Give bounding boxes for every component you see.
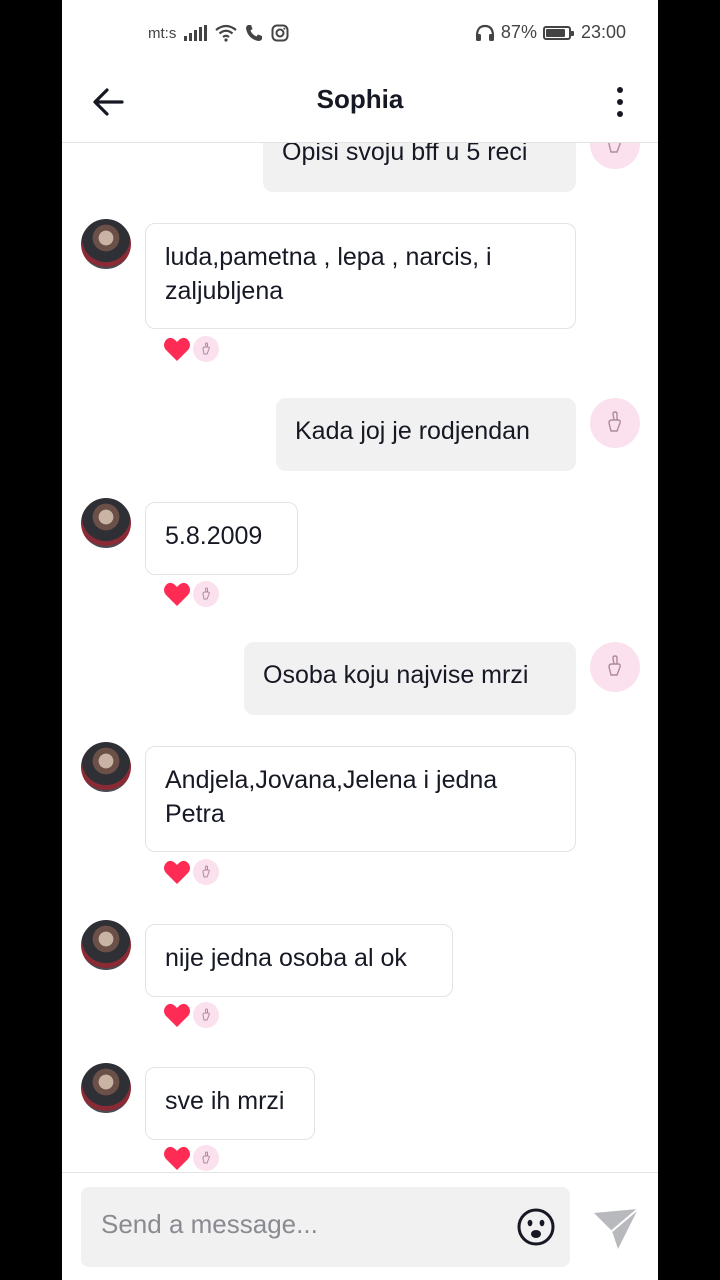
reactions[interactable] [163, 336, 219, 362]
contact-avatar[interactable] [81, 920, 131, 970]
carrier-label: mt:s [148, 24, 177, 42]
message-bubble-outgoing[interactable]: Opisi svoju bff u 5 reci [263, 143, 576, 192]
more-dots-icon[interactable] [610, 82, 630, 122]
contact-avatar[interactable] [81, 1063, 131, 1113]
message-text: 5.8.2009 [165, 522, 263, 550]
heart-icon[interactable] [163, 1145, 191, 1171]
finger-heart-icon [608, 143, 621, 153]
sticker-icon [193, 1002, 219, 1028]
chat-header: Sophia [62, 68, 658, 143]
my-avatar[interactable] [590, 143, 640, 169]
message-bubble-incoming[interactable]: 5.8.2009 [145, 502, 298, 575]
message-text: Opisi svoju bff u 5 reci [282, 143, 528, 166]
sticker-icon [193, 1145, 219, 1171]
finger-heart-icon [608, 655, 621, 676]
heart-icon[interactable] [163, 336, 191, 362]
heart-icon[interactable] [163, 859, 191, 885]
message-bubble-outgoing[interactable]: Osoba koju najvise mrzi [244, 642, 576, 715]
reactions[interactable] [163, 859, 219, 885]
heart-icon[interactable] [163, 581, 191, 607]
clock: 23:00 [580, 22, 626, 42]
finger-heart-icon [608, 411, 621, 432]
message-bubble-incoming[interactable]: Andjela,Jovana,Jelena i jedna Petra [145, 746, 576, 852]
sticker-icon [193, 336, 219, 362]
reactions[interactable] [163, 1002, 219, 1028]
message-bubble-incoming[interactable]: nije jedna osoba al ok [145, 924, 453, 997]
reactions[interactable] [163, 581, 219, 607]
my-avatar[interactable] [590, 398, 640, 448]
contact-avatar[interactable] [81, 742, 131, 792]
heart-icon[interactable] [163, 1002, 191, 1028]
contact-avatar[interactable] [81, 498, 131, 548]
emoji-icon[interactable] [516, 1207, 556, 1247]
message-text: Andjela,Jovana,Jelena i jedna Petra [165, 766, 498, 828]
contact-avatar[interactable] [81, 219, 131, 269]
message-composer: Send a message... [62, 1172, 658, 1280]
message-bubble-incoming[interactable]: sve ih mrzi [145, 1067, 315, 1140]
phone-icon [246, 25, 263, 41]
message-text: luda,pametna , lepa , narcis, i zaljublj… [165, 243, 492, 305]
message-input[interactable]: Send a message... [81, 1187, 570, 1267]
message-text: nije jedna osoba al ok [165, 944, 407, 972]
message-list[interactable]: Opisi svoju bff u 5 reci luda,pametna , … [62, 143, 658, 1172]
reactions[interactable] [163, 1145, 219, 1171]
signal-icon [184, 25, 208, 41]
message-text: Osoba koju najvise mrzi [263, 661, 529, 689]
phone-screen: mt:s 87% 23:00 Sophia Opisi svoju bff u … [62, 0, 658, 1280]
battery-fill [545, 28, 565, 37]
message-bubble-incoming[interactable]: luda,pametna , lepa , narcis, i zaljublj… [145, 223, 576, 329]
instagram-icon [271, 24, 289, 42]
sticker-icon [193, 581, 219, 607]
message-text: Kada joj je rodjendan [295, 417, 530, 445]
message-text: sve ih mrzi [165, 1087, 285, 1115]
chat-title: Sophia [316, 84, 404, 114]
status-bar: mt:s 87% 23:00 [62, 0, 658, 68]
message-bubble-outgoing[interactable]: Kada joj je rodjendan [276, 398, 576, 471]
status-left: mt:s [148, 24, 289, 42]
wifi-icon [215, 24, 238, 42]
my-avatar[interactable] [590, 642, 640, 692]
message-input-placeholder: Send a message... [101, 1209, 318, 1239]
battery-percent: 87% [500, 22, 537, 42]
send-icon[interactable] [592, 1207, 640, 1251]
battery-icon [542, 25, 574, 40]
headphones-icon [475, 24, 495, 41]
sticker-icon [193, 859, 219, 885]
status-right: 87% 23:00 [475, 22, 626, 43]
